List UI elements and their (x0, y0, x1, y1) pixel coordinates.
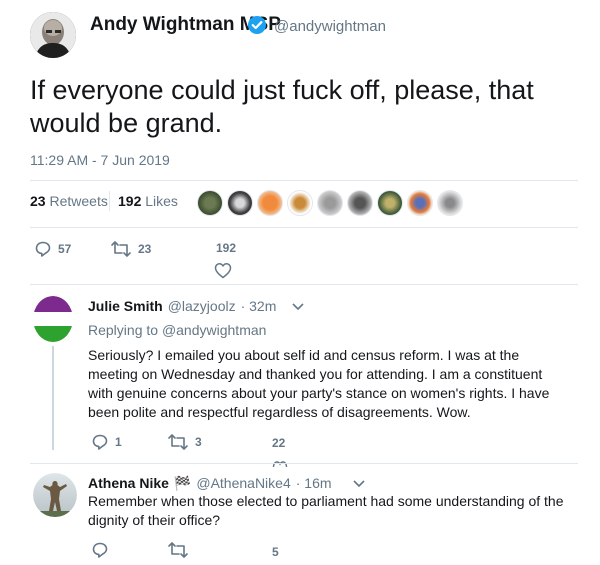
chevron-down-icon[interactable] (291, 300, 305, 318)
retweet-icon (168, 542, 188, 558)
reply-text: Seriously? I emailed you about self id a… (88, 347, 550, 420)
reply-author-handle[interactable]: @lazyjoolz (168, 298, 236, 314)
heart-icon (214, 263, 232, 279)
divider (30, 180, 578, 181)
tweet-timestamp[interactable]: 11:29 AM - 7 Jun 2019 (30, 152, 170, 168)
divider (30, 284, 578, 285)
author-avatar[interactable] (30, 12, 76, 58)
like-count: 22 (272, 436, 286, 450)
likes-number: 192 (118, 193, 142, 209)
reply-author-handle[interactable]: @AthenaNike4 (196, 475, 290, 491)
replying-to-handle[interactable]: @andywightman (162, 322, 267, 338)
liker-avatar[interactable] (317, 190, 343, 216)
checkered-flag-icon: 🏁 (173, 475, 192, 491)
reply-icon (92, 434, 108, 450)
reply-author-name[interactable]: Julie Smith (88, 298, 163, 314)
retweet-icon (111, 241, 131, 257)
retweet-count[interactable]: 23 Retweets (30, 193, 108, 209)
reply-time[interactable]: · 16m (296, 475, 332, 491)
retweet-button[interactable] (167, 541, 189, 559)
retweet-icon (168, 434, 188, 450)
reply-author-name[interactable]: Athena Nike (88, 475, 169, 491)
retweets-number: 23 (30, 193, 46, 209)
like-action-count: 192 (216, 241, 237, 255)
divider (30, 227, 578, 228)
thread-line (52, 346, 54, 450)
retweets-label: Retweets (49, 193, 108, 209)
reply-header: Athena Nike 🏁 @AthenaNike4 · 16m (88, 475, 332, 492)
stat-separator (109, 191, 110, 211)
retweet-action-count: 23 (138, 242, 152, 256)
replying-to-label: Replying to (88, 322, 159, 338)
reply-icon (92, 542, 108, 558)
like-count[interactable]: 192 Likes (118, 193, 178, 209)
author-handle[interactable]: @andywightman (274, 18, 386, 35)
divider (30, 463, 578, 464)
replying-to: Replying to @andywightman (88, 322, 266, 338)
retweet-button[interactable]: 23 (110, 240, 151, 258)
like-button[interactable] (214, 262, 232, 284)
tweet-text: If everyone could just fuck off, please,… (30, 75, 534, 138)
reply-author-avatar[interactable] (33, 473, 77, 517)
like-count: 5 (272, 545, 279, 559)
like-button[interactable] (272, 455, 288, 473)
heart-icon (272, 461, 288, 468)
reply-text: Remember when those elected to parliamen… (88, 493, 564, 528)
liker-avatar[interactable] (347, 190, 373, 216)
likes-label: Likes (145, 193, 178, 209)
liker-avatar[interactable] (407, 190, 433, 216)
reply-author-avatar[interactable] (33, 296, 73, 342)
retweet-count: 3 (195, 435, 202, 449)
liker-avatar[interactable] (197, 190, 223, 216)
reply-time[interactable]: · 32m (241, 298, 277, 314)
reply-button[interactable] (91, 541, 109, 559)
reply-button[interactable]: 57 (34, 240, 71, 258)
reply-icon (35, 241, 51, 257)
reply-count: 57 (58, 242, 72, 256)
liker-avatar[interactable] (377, 190, 403, 216)
reply-header: Julie Smith @lazyjoolz · 32m (88, 298, 276, 314)
verified-badge-icon (247, 15, 267, 35)
likers-avatars[interactable] (197, 190, 463, 218)
liker-avatar[interactable] (287, 190, 313, 216)
retweet-button[interactable]: 3 (167, 433, 202, 451)
reply-button[interactable]: 1 (91, 433, 122, 451)
reply-count: 1 (115, 435, 122, 449)
liker-avatar[interactable] (227, 190, 253, 216)
liker-avatar[interactable] (437, 190, 463, 216)
liker-avatar[interactable] (257, 190, 283, 216)
